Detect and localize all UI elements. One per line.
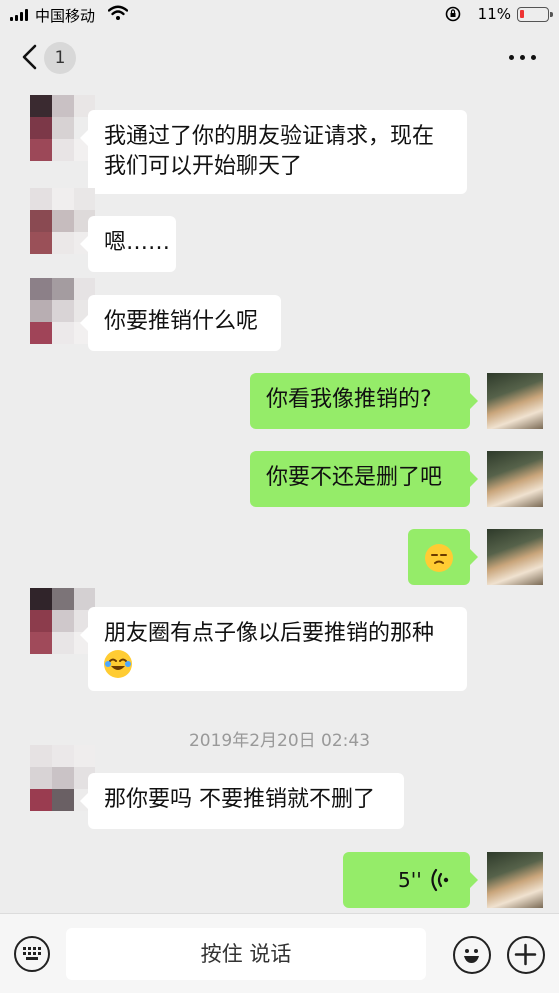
- carrier-name: 中国移动: [35, 7, 96, 25]
- contact-avatar[interactable]: [30, 278, 96, 344]
- tears-of-joy-icon: [104, 650, 132, 678]
- self-avatar[interactable]: [487, 451, 543, 507]
- voice-duration: 5'': [398, 868, 422, 892]
- self-avatar[interactable]: [487, 529, 543, 585]
- contact-avatar[interactable]: [30, 588, 96, 654]
- message-bubble-incoming[interactable]: 朋友圈有点子像以后要推销的那种: [80, 607, 467, 691]
- message-bubble-outgoing[interactable]: 你要不还是删了吧: [250, 451, 478, 507]
- unread-count-badge[interactable]: 1: [44, 42, 76, 74]
- message-text: 朋友圈有点子像以后要推销的那种: [104, 621, 435, 646]
- more-options-button[interactable]: [509, 55, 537, 61]
- status-bar: 中国移动 11%: [0, 0, 559, 30]
- chat-input-bar: 按住 说话: [0, 913, 559, 993]
- message-bubble-incoming[interactable]: 那你要吗 不要推销就不删了: [80, 773, 404, 829]
- message-bubble-incoming[interactable]: 嗯……: [80, 216, 176, 272]
- hold-to-talk-button[interactable]: 按住 说话: [66, 928, 426, 980]
- plus-icon[interactable]: [507, 936, 545, 974]
- battery-percentage: 11%: [477, 5, 511, 23]
- chat-header: 1: [0, 30, 559, 84]
- self-avatar[interactable]: [487, 373, 543, 429]
- message-bubble-incoming[interactable]: 你要推销什么呢: [80, 295, 281, 351]
- contact-avatar[interactable]: [30, 95, 96, 161]
- voice-wave-icon: [431, 868, 449, 892]
- battery-icon: [517, 7, 553, 22]
- keyboard-icon[interactable]: [14, 936, 50, 972]
- message-bubble-incoming[interactable]: 我通过了你的朋友验证请求，现在我们可以开始聊天了: [80, 110, 467, 194]
- rotation-lock-icon: [445, 6, 461, 22]
- emoji-icon[interactable]: [453, 936, 491, 974]
- message-bubble-outgoing[interactable]: [408, 529, 478, 585]
- unamused-face-icon: [425, 544, 453, 572]
- signal-icon: [10, 9, 30, 21]
- wifi-icon: [108, 5, 128, 20]
- back-button[interactable]: [18, 42, 42, 72]
- self-avatar[interactable]: [487, 852, 543, 908]
- message-bubble-outgoing[interactable]: 你看我像推销的?: [250, 373, 478, 429]
- voice-message-bubble[interactable]: 5'': [343, 852, 478, 908]
